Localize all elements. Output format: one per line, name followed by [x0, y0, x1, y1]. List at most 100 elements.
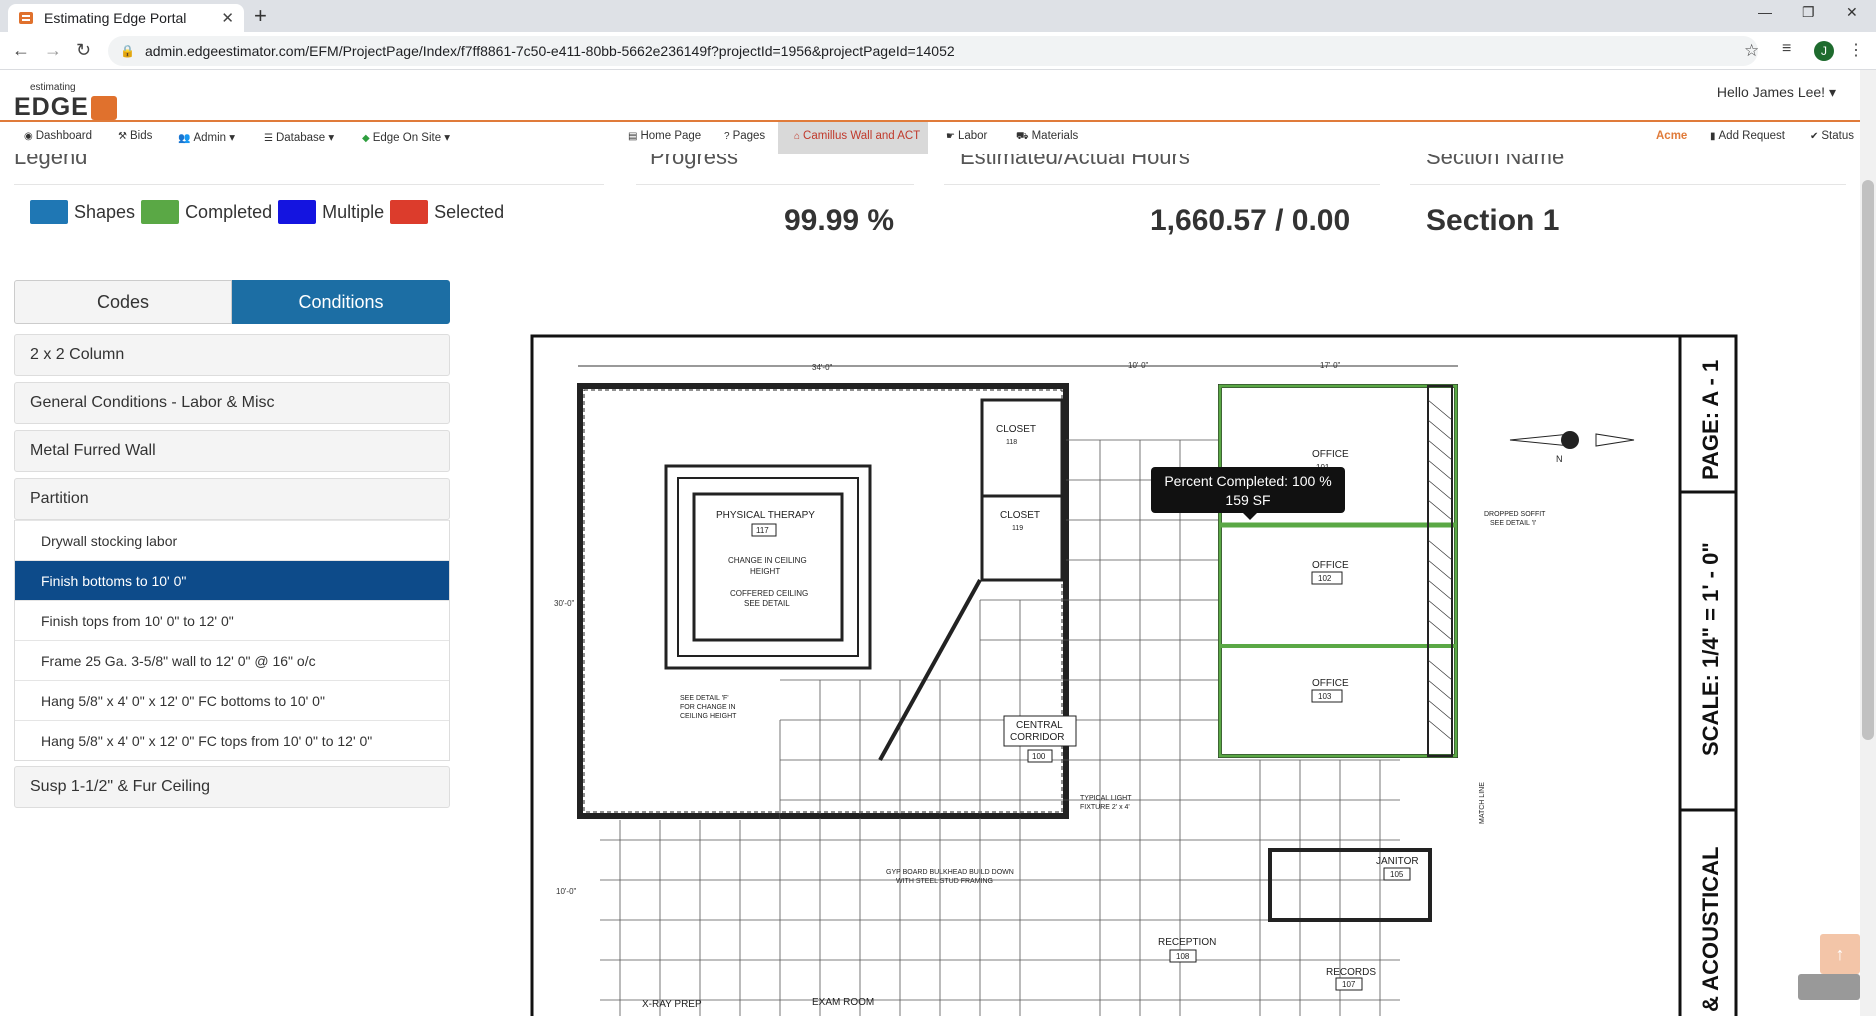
bids-icon: ⚒ — [118, 131, 127, 142]
media-controls[interactable] — [1798, 974, 1860, 1000]
hours-value: 1,660.57 / 0.00 — [1150, 204, 1351, 237]
home-page-icon: ▤ — [628, 131, 638, 142]
list-item-selected[interactable]: Finish bottoms to 10' 0" — [15, 560, 449, 600]
browser-tab-bar: Estimating Edge Portal ✕ + — ❐ ✕ — [0, 0, 1876, 32]
selected-swatch — [390, 200, 429, 224]
nav-add-request[interactable]: ▮ Add Request — [1710, 130, 1785, 142]
list-item[interactable]: Drywall stocking labor — [15, 520, 449, 560]
floor-plan-drawing[interactable]: PAGE: A - 1 SCALE: 1/4" = 1' - 0" & ACOU… — [470, 270, 1870, 1016]
materials-icon: ⛟ — [1016, 131, 1029, 142]
scroll-top-button[interactable]: ↑ — [1820, 934, 1860, 974]
svg-text:SEE DETAIL 'I': SEE DETAIL 'I' — [1490, 520, 1536, 527]
user-menu[interactable]: Hello James Lee! ▾ — [1717, 84, 1836, 101]
svg-text:FIXTURE 2' x 4': FIXTURE 2' x 4' — [1080, 804, 1130, 811]
nav-dashboard[interactable]: ◉ Dashboard — [24, 130, 92, 142]
status-icon: ✔ — [1810, 131, 1819, 142]
svg-text:FOR CHANGE IN: FOR CHANGE IN — [680, 704, 736, 711]
partition-items: Drywall stocking labor Finish bottoms to… — [14, 520, 450, 761]
list-item[interactable]: Finish tops from 10' 0" to 12' 0" — [15, 600, 449, 640]
svg-text:119: 119 — [1012, 525, 1023, 532]
list-item[interactable]: Frame 25 Ga. 3-5/8" wall to 12' 0" @ 16"… — [15, 640, 449, 680]
tab-codes[interactable]: Codes — [14, 280, 232, 324]
dashboard-icon: ◉ — [24, 131, 33, 142]
address-bar: ← → ↻ 🔒 admin.edgeestimator.com/EFM/Proj… — [0, 32, 1876, 70]
svg-text:CENTRAL: CENTRAL — [1016, 720, 1063, 731]
tab-conditions[interactable]: Conditions — [232, 280, 450, 324]
nav-admin[interactable]: 👥 Admin ▾ — [178, 130, 235, 144]
url-field[interactable]: 🔒 admin.edgeestimator.com/EFM/ProjectPag… — [108, 36, 1758, 66]
page-label: PAGE: A - 1 — [1698, 360, 1723, 480]
nav-pages[interactable]: ? Pages — [724, 130, 765, 142]
reload-icon[interactable]: ↻ — [76, 40, 91, 61]
nav-home-page[interactable]: ▤ Home Page — [628, 130, 701, 142]
app-header: estimating EDGE Hello James Lee! ▾ — [0, 70, 1860, 122]
app-logo[interactable]: estimating EDGE — [14, 82, 117, 122]
svg-text:GYP BOARD BULKHEAD BUILD DOWN: GYP BOARD BULKHEAD BUILD DOWN — [886, 869, 1014, 876]
svg-text:CHANGE IN CEILING: CHANGE IN CEILING — [728, 556, 807, 565]
browser-tab[interactable]: Estimating Edge Portal ✕ — [8, 4, 244, 32]
acoustical-label: & ACOUSTICAL — [1698, 847, 1723, 1012]
bookmark-star-icon[interactable]: ☆ — [1744, 41, 1759, 61]
favicon-icon — [18, 10, 34, 26]
svg-text:CORRIDOR: CORRIDOR — [1010, 732, 1064, 743]
svg-text:CLOSET: CLOSET — [1000, 510, 1040, 521]
home-icon: ⌂ — [794, 131, 801, 142]
nav-labor[interactable]: ☛ Labor — [946, 130, 987, 142]
lock-icon: 🔒 — [120, 44, 135, 58]
browser-menu-icon[interactable]: ⋮ — [1848, 40, 1864, 60]
condition-general[interactable]: General Conditions - Labor & Misc — [14, 382, 450, 424]
condition-2x2-column[interactable]: 2 x 2 Column — [14, 334, 450, 376]
condition-partition[interactable]: Partition — [14, 478, 450, 520]
nav-acme[interactable]: Acme — [1656, 130, 1687, 142]
completed-offices-outline[interactable] — [1218, 384, 1458, 758]
svg-text:N: N — [1556, 454, 1563, 464]
back-icon[interactable]: ← — [12, 40, 30, 61]
svg-text:34'-0": 34'-0" — [812, 363, 833, 372]
svg-text:105: 105 — [1390, 870, 1404, 879]
nav-database[interactable]: ☰ Database ▾ — [264, 130, 334, 144]
svg-text:MATCH LINE: MATCH LINE — [1479, 782, 1486, 824]
reading-list-icon[interactable]: ≡ — [1782, 40, 1791, 58]
svg-text:EXAM ROOM: EXAM ROOM — [812, 997, 874, 1008]
nav-status[interactable]: ✔ Status — [1810, 130, 1854, 142]
close-tab-icon[interactable]: ✕ — [221, 9, 234, 27]
svg-text:108: 108 — [1176, 952, 1190, 961]
forward-icon[interactable]: → — [44, 40, 62, 61]
scrollbar-thumb[interactable] — [1862, 180, 1874, 740]
nav-materials[interactable]: ⛟ Materials — [1016, 130, 1078, 144]
profile-avatar[interactable]: J — [1814, 41, 1834, 61]
condition-susp-ceiling[interactable]: Susp 1-1/2" & Fur Ceiling — [14, 766, 450, 808]
page-scrollbar[interactable] — [1860, 70, 1876, 1016]
edge-icon: ◆ — [362, 133, 370, 144]
progress-value: 99.99 % — [784, 204, 895, 237]
svg-text:17'-0": 17'-0" — [1320, 361, 1341, 370]
svg-text:DROPPED SOFFIT: DROPPED SOFFIT — [1484, 511, 1546, 518]
legend: Shapes Completed Multiple Selected — [30, 200, 510, 224]
svg-text:JANITOR: JANITOR — [1376, 856, 1419, 867]
svg-text:SEE DETAIL 'F': SEE DETAIL 'F' — [680, 695, 729, 702]
list-item[interactable]: Hang 5/8" x 4' 0" x 12' 0" FC tops from … — [15, 720, 449, 760]
svg-text:107: 107 — [1342, 980, 1356, 989]
database-icon: ☰ — [264, 133, 273, 144]
nav-bids[interactable]: ⚒ Bids — [118, 130, 152, 142]
close-window-icon[interactable]: ✕ — [1846, 4, 1858, 21]
svg-text:30'-0": 30'-0" — [554, 599, 575, 608]
svg-text:TYPICAL LIGHT: TYPICAL LIGHT — [1080, 795, 1132, 802]
labor-icon: ☛ — [946, 131, 955, 142]
svg-text:COFFERED CEILING: COFFERED CEILING — [730, 589, 808, 598]
condition-metal-furred-wall[interactable]: Metal Furred Wall — [14, 430, 450, 472]
completion-tooltip: Percent Completed: 100 % 159 SF — [1151, 467, 1345, 520]
restore-icon[interactable]: ❐ — [1802, 4, 1815, 21]
nav-edge-on-site[interactable]: ◆ Edge On Site ▾ — [362, 130, 450, 144]
svg-text:CLOSET: CLOSET — [996, 424, 1036, 435]
nav-project[interactable]: ⌂ Camillus Wall and ACT — [794, 130, 920, 142]
section-value: Section 1 — [1426, 204, 1560, 237]
svg-text:OFFICE: OFFICE — [1312, 449, 1349, 460]
svg-text:OFFICE: OFFICE — [1312, 678, 1349, 689]
new-tab-icon[interactable]: + — [254, 3, 267, 29]
list-item[interactable]: Hang 5/8" x 4' 0" x 12' 0" FC bottoms to… — [15, 680, 449, 720]
svg-text:SEE DETAIL: SEE DETAIL — [744, 599, 790, 608]
sheet-border — [530, 334, 1738, 1016]
minimize-icon[interactable]: — — [1758, 4, 1772, 20]
url-text: admin.edgeestimator.com/EFM/ProjectPage/… — [144, 43, 955, 59]
